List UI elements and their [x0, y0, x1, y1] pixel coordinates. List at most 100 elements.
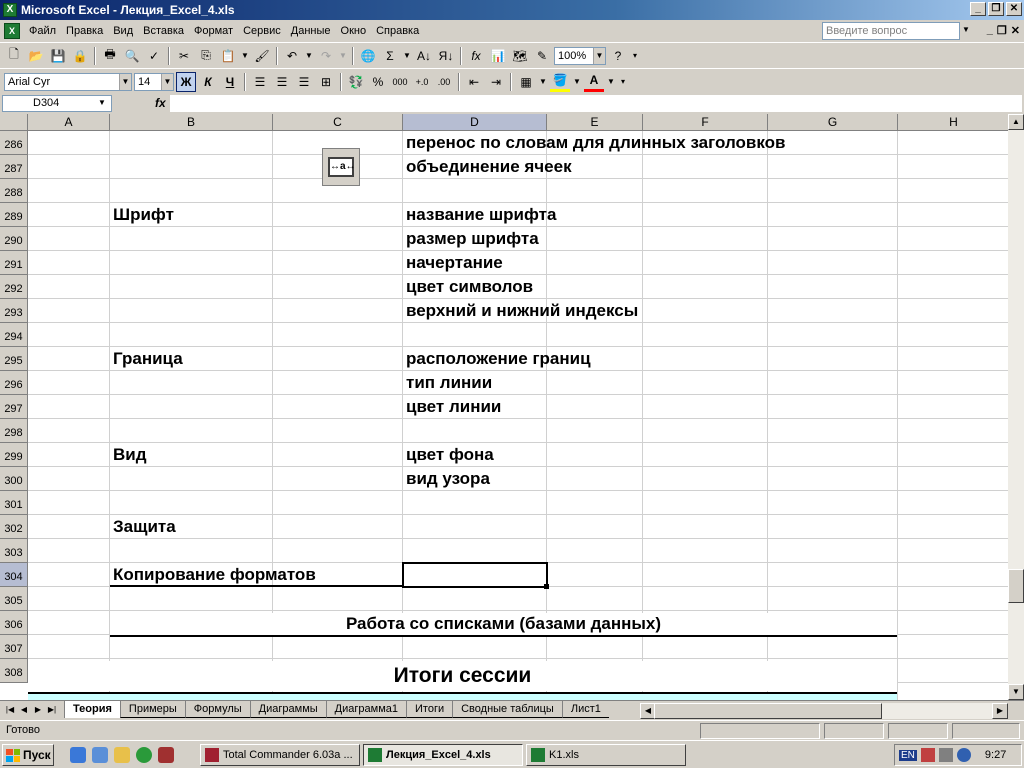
floppy-icon[interactable]: [158, 747, 174, 763]
bold-button[interactable]: Ж: [176, 71, 196, 92]
tab-theory[interactable]: Теория: [64, 701, 120, 718]
tray-volume-icon[interactable]: [938, 748, 953, 762]
cell-d-296[interactable]: тип линии: [406, 373, 492, 393]
align-center-icon[interactable]: ☰: [272, 72, 292, 92]
row-header[interactable]: 298: [0, 419, 28, 443]
insert-function-icon[interactable]: fx: [155, 96, 166, 110]
column-header-c[interactable]: C: [273, 114, 403, 131]
cell-b-289[interactable]: Шрифт: [113, 205, 174, 225]
row-header[interactable]: 288: [0, 179, 28, 203]
cell-d-290[interactable]: размер шрифта: [406, 229, 539, 249]
cell-d-295[interactable]: расположение границ: [406, 349, 591, 369]
last-sheet-icon[interactable]: ▶|: [46, 703, 58, 717]
ie-icon[interactable]: [70, 747, 86, 763]
menu-view[interactable]: Вид: [108, 25, 138, 37]
toolbar-options-icon[interactable]: ▾: [630, 46, 640, 66]
menu-insert[interactable]: Вставка: [138, 25, 189, 37]
doc-restore-button[interactable]: ❐: [997, 24, 1007, 37]
doc-minimize-button[interactable]: _: [987, 24, 993, 37]
paste-icon[interactable]: 📋: [218, 46, 238, 66]
active-cell-d304[interactable]: [402, 562, 548, 588]
italic-button[interactable]: К: [198, 72, 218, 92]
row-header[interactable]: 293: [0, 299, 28, 323]
merged-cell-row308[interactable]: Итоги сессии: [28, 661, 897, 691]
increase-decimal-icon[interactable]: +.0: [412, 72, 432, 92]
scroll-down-button[interactable]: ▼: [1008, 684, 1024, 700]
sort-asc-icon[interactable]: A↓: [414, 46, 434, 66]
increase-indent-icon[interactable]: ⇥: [486, 72, 506, 92]
cell-b-302[interactable]: Защита: [113, 517, 176, 537]
menu-data[interactable]: Данные: [286, 25, 336, 37]
column-header-d[interactable]: D: [403, 114, 547, 131]
scroll-right-button[interactable]: ▶: [992, 703, 1008, 719]
row-header[interactable]: 287: [0, 155, 28, 179]
spreadsheet-grid[interactable]: A B C D E F G H 286 перенос по словам для…: [0, 114, 1008, 700]
column-header-h[interactable]: H: [898, 114, 1008, 131]
zoom-select[interactable]: 100% ▼: [554, 46, 606, 65]
function-icon[interactable]: fx: [466, 46, 486, 66]
cell-d-289[interactable]: название шрифта: [406, 205, 556, 225]
permission-icon[interactable]: 🔒: [70, 46, 90, 66]
menu-window[interactable]: Окно: [336, 25, 372, 37]
prev-sheet-icon[interactable]: ◀: [18, 703, 30, 717]
cell-b-304[interactable]: Копирование форматов: [113, 565, 316, 585]
menu-format[interactable]: Формат: [189, 25, 238, 37]
minimize-button[interactable]: _: [970, 2, 986, 16]
row-header[interactable]: 304: [0, 563, 28, 587]
borders-dropdown-icon[interactable]: ▼: [538, 72, 548, 92]
thousands-button[interactable]: 000: [390, 72, 410, 92]
cell-d-299[interactable]: цвет фона: [406, 445, 494, 465]
cell-d-287[interactable]: объединение ячеек: [406, 157, 572, 177]
cell-d-297[interactable]: цвет линии: [406, 397, 501, 417]
tab-examples[interactable]: Примеры: [119, 701, 185, 718]
horizontal-scroll-thumb[interactable]: [654, 703, 882, 719]
save-icon[interactable]: 💾: [48, 46, 68, 66]
drawing-icon[interactable]: ✎: [532, 46, 552, 66]
tab-sheet1[interactable]: Лист1: [561, 701, 609, 718]
column-header-g[interactable]: G: [768, 114, 898, 131]
currency-icon[interactable]: 💱: [346, 72, 366, 92]
merged-cell-row306[interactable]: Работа со списками (базами данных): [110, 613, 897, 637]
help-dropdown-arrow[interactable]: ▼: [959, 22, 972, 40]
print-preview-icon[interactable]: 🔍: [122, 46, 142, 66]
undo-dropdown-icon[interactable]: ▼: [304, 46, 314, 66]
cell-d-293[interactable]: верхний и нижний индексы: [406, 301, 638, 321]
row-header[interactable]: 297: [0, 395, 28, 419]
task-k1-xls[interactable]: K1.xls: [526, 744, 686, 766]
undo-icon[interactable]: ↶: [282, 46, 302, 66]
cell-b-299[interactable]: Вид: [113, 445, 147, 465]
row-header[interactable]: 294: [0, 323, 28, 347]
decrease-decimal-icon[interactable]: .00: [434, 72, 454, 92]
select-all-corner[interactable]: [0, 114, 28, 131]
row-header[interactable]: 292: [0, 275, 28, 299]
hyperlink-icon[interactable]: 🌐: [358, 46, 378, 66]
vertical-scrollbar[interactable]: ▲ ▼: [1008, 114, 1024, 700]
fill-color-icon[interactable]: 🪣: [550, 72, 570, 92]
folder-icon[interactable]: [114, 747, 130, 763]
row-header[interactable]: 299: [0, 443, 28, 467]
media-player-icon[interactable]: [136, 747, 152, 763]
format-painter-icon[interactable]: 🖌: [252, 46, 272, 66]
start-button[interactable]: Пуск: [2, 744, 54, 766]
row-header[interactable]: 307: [0, 635, 28, 659]
paste-dropdown-icon[interactable]: ▼: [240, 46, 250, 66]
row-header[interactable]: 300: [0, 467, 28, 491]
document-menu-icon[interactable]: X: [4, 23, 20, 39]
formula-input[interactable]: [170, 95, 1022, 112]
first-sheet-icon[interactable]: |◀: [4, 703, 16, 717]
row-header[interactable]: 295: [0, 347, 28, 371]
horizontal-scrollbar[interactable]: ◀ ▶: [640, 703, 1008, 719]
spelling-icon[interactable]: ✓: [144, 46, 164, 66]
decrease-indent-icon[interactable]: ⇤: [464, 72, 484, 92]
doc-close-button[interactable]: ✕: [1011, 24, 1020, 37]
percent-button[interactable]: %: [368, 72, 388, 92]
row-header[interactable]: 290: [0, 227, 28, 251]
scroll-up-button[interactable]: ▲: [1008, 114, 1024, 130]
menu-edit[interactable]: Правка: [61, 25, 108, 37]
next-sheet-icon[interactable]: ▶: [32, 703, 44, 717]
borders-icon[interactable]: ▦: [516, 72, 536, 92]
merge-center-icon[interactable]: ⊞: [316, 72, 336, 92]
font-color-dropdown-icon[interactable]: ▼: [606, 72, 616, 92]
menu-tools[interactable]: Сервис: [238, 25, 286, 37]
column-header-e[interactable]: E: [547, 114, 643, 131]
